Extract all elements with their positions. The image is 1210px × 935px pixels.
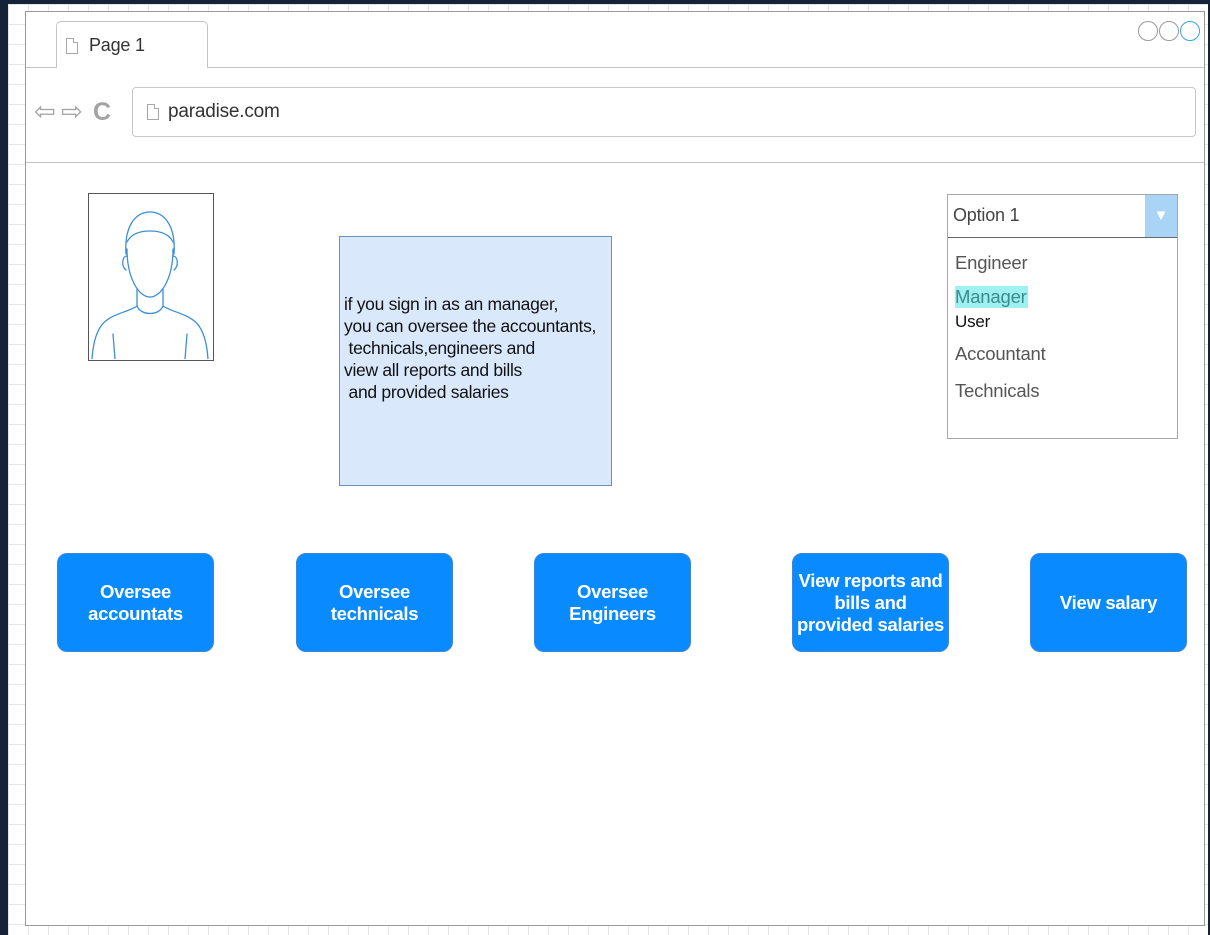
window-controls xyxy=(1138,21,1200,41)
option-accountant[interactable]: Accountant xyxy=(955,343,1046,365)
oversee-engineers-button[interactable]: Oversee Engineers xyxy=(534,553,691,652)
info-line: you can oversee the accountants, xyxy=(344,316,597,336)
view-salary-button[interactable]: View salary xyxy=(1030,553,1187,652)
page-icon xyxy=(147,104,159,120)
reload-icon[interactable]: C xyxy=(93,99,111,125)
mockup-canvas: Page 1 ⇦ ⇨ C paradise.com if you sign in… xyxy=(8,4,1208,935)
back-arrow-icon[interactable]: ⇦ xyxy=(34,98,56,124)
forward-arrow-icon[interactable]: ⇨ xyxy=(61,98,83,124)
close-circle-icon[interactable] xyxy=(1180,21,1200,41)
select-value: Option 1 xyxy=(953,205,1020,225)
browser-tab[interactable]: Page 1 xyxy=(56,21,208,68)
option-manager[interactable]: Manager xyxy=(955,286,1028,308)
person-icon xyxy=(91,211,209,360)
toolbar-divider xyxy=(26,162,1204,163)
address-bar[interactable]: paradise.com xyxy=(132,87,1196,137)
tab-title: Page 1 xyxy=(89,35,145,55)
url-text: paradise.com xyxy=(168,101,280,122)
option-engineer[interactable]: Engineer xyxy=(955,252,1028,274)
info-line: and provided salaries xyxy=(344,382,509,402)
info-line: if you sign in as an manager, xyxy=(344,294,559,314)
info-line: view all reports and bills xyxy=(344,360,522,380)
role-dropdown: Option 1 ▼ Engineer Manager User Account… xyxy=(947,194,1178,439)
user-avatar xyxy=(88,193,214,361)
oversee-technicals-button[interactable]: Oversee technicals xyxy=(296,553,453,652)
maximize-circle-icon[interactable] xyxy=(1159,21,1179,41)
minimize-circle-icon[interactable] xyxy=(1138,21,1158,41)
browser-window: Page 1 ⇦ ⇨ C paradise.com if you sign in… xyxy=(25,11,1205,926)
view-reports-button[interactable]: View reports and bills and provided sala… xyxy=(792,553,949,652)
page-icon xyxy=(66,38,78,54)
option-technicals[interactable]: Technicals xyxy=(955,380,1040,402)
role-select[interactable]: Option 1 ▼ xyxy=(948,195,1177,238)
info-line: technicals,engineers and xyxy=(344,338,536,358)
oversee-accountants-button[interactable]: Oversee accountats xyxy=(57,553,214,652)
manager-info-note: if you sign in as an manager, you can ov… xyxy=(339,236,612,486)
option-user[interactable]: User xyxy=(955,312,990,332)
chevron-down-icon[interactable]: ▼ xyxy=(1145,195,1177,237)
